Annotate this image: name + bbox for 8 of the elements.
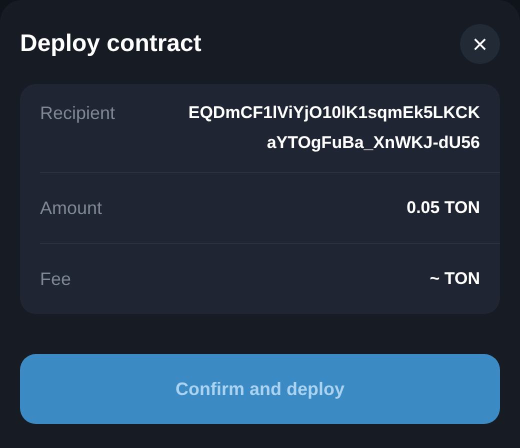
detail-value: ~ TON xyxy=(430,268,480,290)
detail-label: Recipient xyxy=(40,102,116,125)
dialog-title: Deploy contract xyxy=(20,28,202,58)
detail-value: EQDmCF1lViYjO10lK1sqmEk5LKCKaYTOgFuBa_XnWKJ-dU56 xyxy=(187,102,480,154)
detail-value: 0.05 TON xyxy=(406,197,480,219)
detail-label: Fee xyxy=(40,268,72,291)
detail-label: Amount xyxy=(40,197,102,220)
close-button[interactable]: × xyxy=(460,24,500,64)
